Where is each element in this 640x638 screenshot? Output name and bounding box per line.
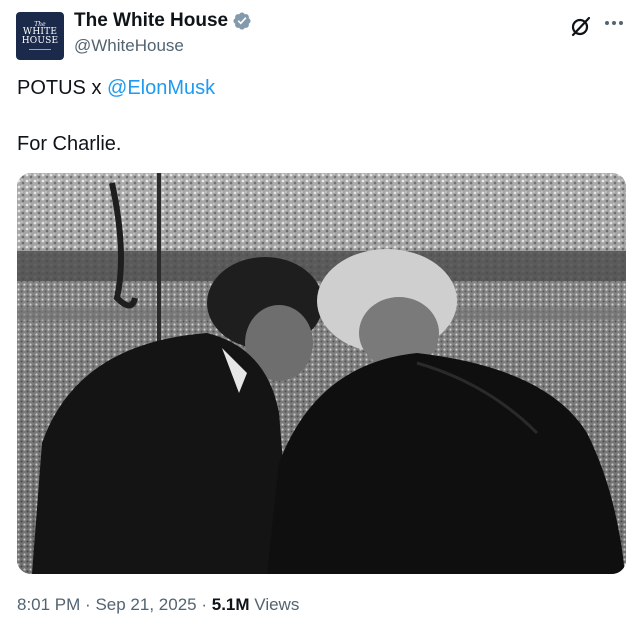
- tweet-text-prefix: POTUS x: [17, 77, 108, 99]
- avatar[interactable]: The WHITE HOUSE: [16, 12, 64, 60]
- author-name-row: The White House: [74, 10, 252, 32]
- mention-link[interactable]: @ElonMusk: [107, 77, 215, 99]
- meta-separator-1: ·: [85, 595, 91, 614]
- more-icon[interactable]: [603, 18, 625, 28]
- views-count[interactable]: 5.1M: [212, 595, 250, 614]
- avatar-text-line3: HOUSE: [21, 36, 59, 46]
- tweet-text-line2: For Charlie.: [17, 133, 122, 155]
- tweet-date[interactable]: Sep 21, 2025: [95, 595, 196, 614]
- tweet-meta: 8:01 PM · Sep 21, 2025 · 5.1M Views: [17, 595, 299, 615]
- handle[interactable]: @WhiteHouse: [74, 36, 184, 56]
- verified-badge-icon[interactable]: [232, 11, 252, 31]
- tweet-text: POTUS x @ElonMusk For Charlie.: [17, 76, 215, 156]
- grok-icon[interactable]: [569, 14, 593, 38]
- views-label: Views: [254, 595, 300, 614]
- tweet-time[interactable]: 8:01 PM: [17, 595, 80, 614]
- display-name[interactable]: The White House: [74, 10, 228, 32]
- tweet-photo[interactable]: [17, 173, 626, 574]
- avatar-rule: [29, 49, 51, 50]
- photo-illustration: [17, 173, 626, 574]
- meta-separator-2: ·: [201, 595, 208, 614]
